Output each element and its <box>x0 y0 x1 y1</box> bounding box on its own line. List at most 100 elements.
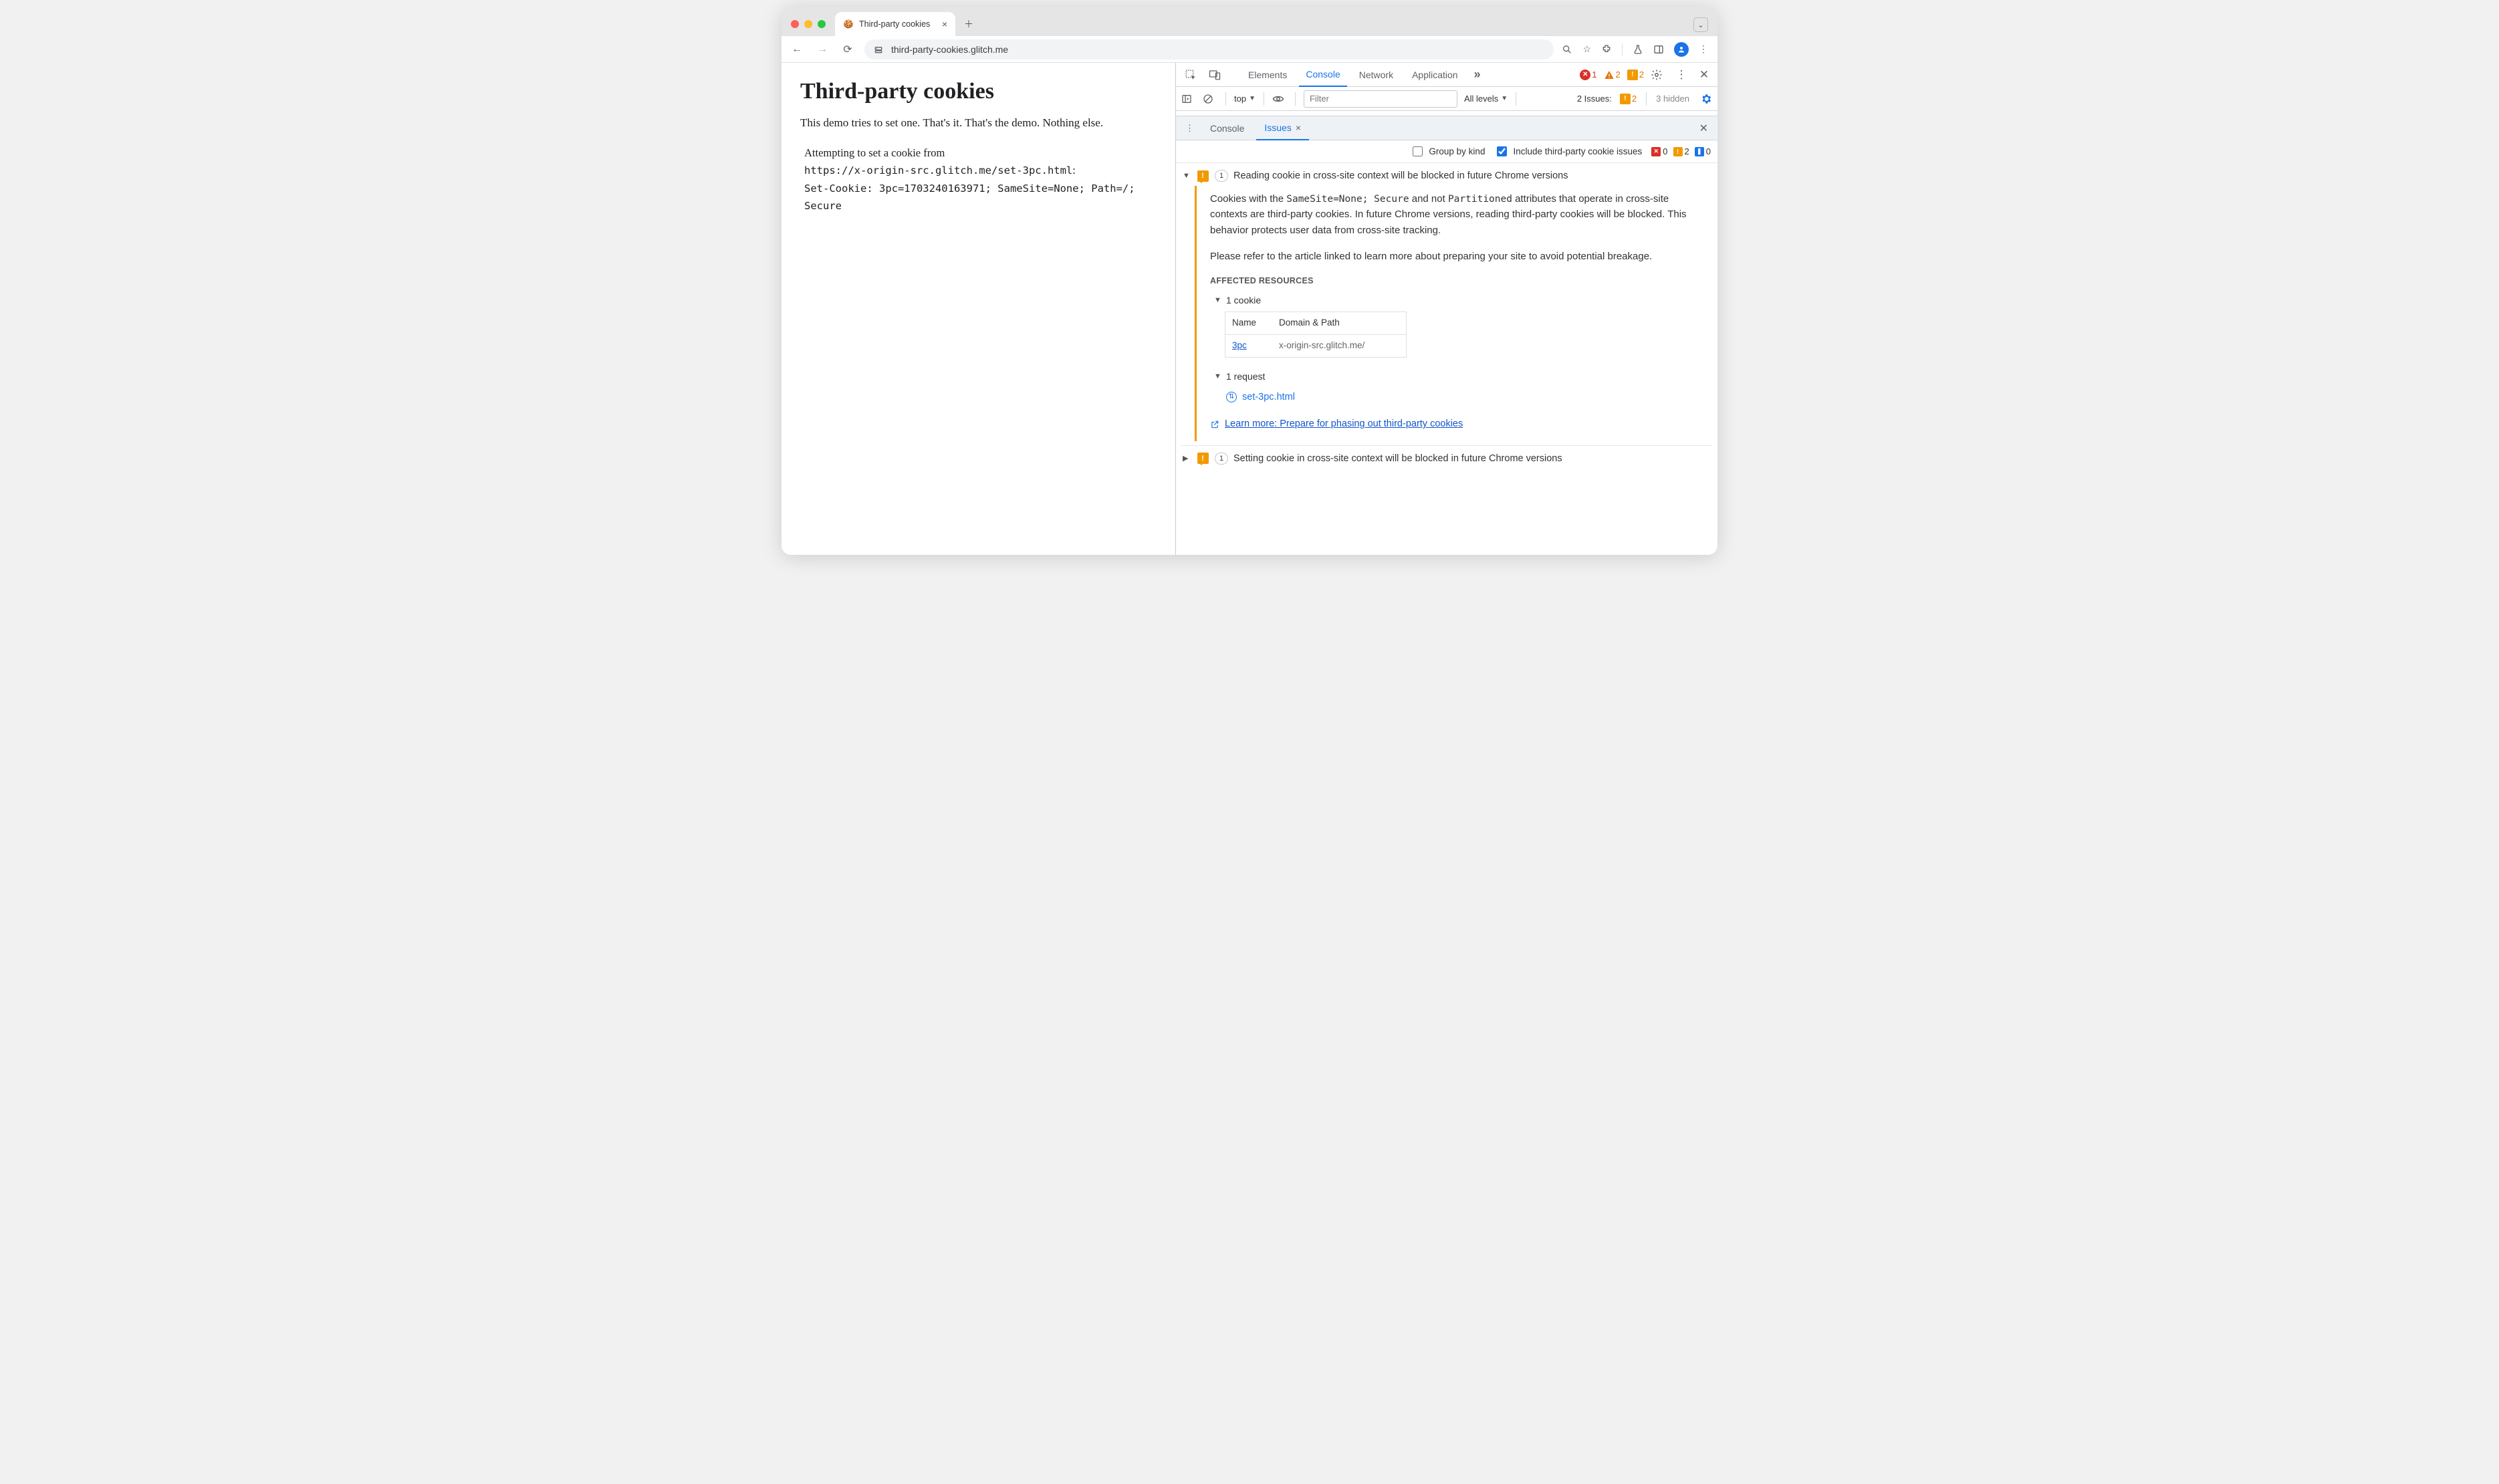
issues-mini-counter[interactable]: !2 <box>1620 94 1637 104</box>
settings-button[interactable] <box>1651 69 1667 81</box>
close-devtools-button[interactable]: ✕ <box>1696 68 1712 82</box>
table-header-domain: Domain & Path <box>1272 312 1406 335</box>
separator <box>1622 43 1623 55</box>
page-error-count[interactable]: ✕0 <box>1651 146 1667 156</box>
issue-title: Reading cookie in cross-site context wil… <box>1233 170 1568 181</box>
tablist-dropdown-button[interactable]: ⌄ <box>1693 17 1708 32</box>
content-split: Third-party cookies This demo tries to s… <box>782 63 1717 555</box>
error-icon: ✕ <box>1651 147 1661 156</box>
breaking-change-icon: ! <box>1197 453 1209 464</box>
log-levels-dropdown[interactable]: All levels ▼ <box>1464 94 1508 104</box>
issues-list: ▼ ! 1 Reading cookie in cross-site conte… <box>1176 163 1717 555</box>
issues-toolbar: Group by kind Include third-party cookie… <box>1176 140 1717 163</box>
issue-detail: Cookies with the SameSite=None; Secure a… <box>1195 186 1712 441</box>
issue-counter[interactable]: !2 <box>1627 70 1644 80</box>
error-counter[interactable]: ✕1 <box>1580 70 1596 80</box>
tab-close-button[interactable]: × <box>942 19 947 29</box>
page-intro: This demo tries to set one. That's it. T… <box>800 116 1157 130</box>
improvement-count[interactable]: ❚0 <box>1695 146 1711 156</box>
device-toolbar-icon[interactable] <box>1205 63 1224 86</box>
issue-count-badge: 1 <box>1215 453 1228 465</box>
extensions-icon[interactable] <box>1601 44 1612 55</box>
minimize-window-button[interactable] <box>804 20 812 28</box>
close-drawer-button[interactable]: ✕ <box>1695 116 1712 140</box>
disclosure-triangle-icon[interactable]: ▼ <box>1214 371 1222 382</box>
drawer-tab-strip: ⋮ Console Issues × ✕ <box>1176 116 1717 140</box>
window-controls <box>787 20 831 36</box>
drawer-tab-issues[interactable]: Issues × <box>1256 116 1309 140</box>
affected-requests-tree[interactable]: ▼ 1 request <box>1214 370 1704 384</box>
cookie-log: Attempting to set a cookie from https://… <box>800 144 1157 215</box>
breaking-change-count[interactable]: !2 <box>1673 146 1689 156</box>
drawer-tab-close-button[interactable]: × <box>1296 122 1301 133</box>
titlebar: 🍪 Third-party cookies × ＋ ⌄ <box>782 7 1717 36</box>
hidden-messages[interactable]: 3 hidden <box>1656 94 1689 104</box>
console-settings-row <box>1176 111 1717 116</box>
disclosure-triangle-icon[interactable]: ▼ <box>1183 172 1191 180</box>
tab-application[interactable]: Application <box>1405 63 1465 86</box>
tab-network[interactable]: Network <box>1352 63 1400 86</box>
affected-request-row[interactable]: ⇅ set-3pc.html <box>1226 390 1704 404</box>
issue-item[interactable]: ▼ ! 1 Reading cookie in cross-site conte… <box>1181 167 1712 184</box>
cookie-name-link[interactable]: 3pc <box>1232 340 1247 350</box>
zoom-icon[interactable] <box>1562 44 1572 55</box>
issue-kind-counters: ✕0 !2 ❚0 <box>1651 146 1711 156</box>
clear-console-icon[interactable] <box>1203 94 1217 104</box>
issue-icon: ! <box>1627 70 1638 80</box>
tabs-overflow-button[interactable]: » <box>1470 63 1485 86</box>
site-info-icon[interactable] <box>872 43 884 55</box>
cookie-domain: x-origin-src.glitch.me/ <box>1272 335 1406 357</box>
profile-avatar[interactable] <box>1674 42 1689 57</box>
toolbar-right: ☆ ⋮ <box>1562 42 1711 57</box>
chrome-menu-button[interactable]: ⋮ <box>1699 43 1708 55</box>
live-expression-icon[interactable] <box>1272 93 1287 105</box>
issue-item[interactable]: ▶ ! 1 Setting cookie in cross-site conte… <box>1181 445 1712 467</box>
request-icon: ⇅ <box>1226 392 1237 402</box>
disclosure-triangle-icon[interactable]: ▼ <box>1214 295 1222 306</box>
favicon-icon: 🍪 <box>843 19 854 29</box>
console-settings-button[interactable] <box>1700 93 1712 105</box>
request-name: set-3pc.html <box>1242 390 1295 404</box>
close-window-button[interactable] <box>791 20 799 28</box>
reload-button[interactable]: ⟳ <box>839 43 856 56</box>
drawer-menu-button[interactable]: ⋮ <box>1181 116 1198 140</box>
warning-counter[interactable]: 2 <box>1604 70 1621 80</box>
inspect-element-icon[interactable] <box>1181 63 1200 86</box>
set-cookie-value: Set-Cookie: 3pc=1703240163971; SameSite=… <box>804 182 1135 212</box>
disclosure-triangle-icon[interactable]: ▶ <box>1183 454 1191 463</box>
page-heading: Third-party cookies <box>800 79 1157 104</box>
filter-input[interactable]: Filter <box>1304 90 1457 108</box>
bookmark-icon[interactable]: ☆ <box>1582 43 1591 55</box>
toggle-sidebar-icon[interactable] <box>1181 94 1196 104</box>
devtools-tab-strip: Elements Console Network Application » ✕… <box>1176 63 1717 87</box>
maximize-window-button[interactable] <box>818 20 826 28</box>
issues-label[interactable]: 2 Issues: <box>1577 94 1612 104</box>
warning-icon: ! <box>1673 147 1683 156</box>
attempt-prefix: Attempting to set a cookie from <box>804 146 945 159</box>
issue-icon: ! <box>1620 94 1631 104</box>
context-selector[interactable]: top ▼ <box>1234 94 1256 104</box>
external-link-icon <box>1210 420 1219 429</box>
new-tab-button[interactable]: ＋ <box>959 15 978 33</box>
table-row: 3pc x-origin-src.glitch.me/ <box>1225 335 1406 357</box>
group-by-kind-checkbox[interactable]: Group by kind <box>1410 144 1485 158</box>
breaking-change-icon: ! <box>1197 170 1209 182</box>
more-options-button[interactable]: ⋮ <box>1673 68 1689 82</box>
forward-button[interactable]: → <box>814 43 831 55</box>
labs-icon[interactable] <box>1633 44 1643 55</box>
include-3p-cookies-checkbox[interactable]: Include third-party cookie issues <box>1494 144 1642 158</box>
affected-cookies-tree[interactable]: ▼ 1 cookie <box>1214 293 1704 308</box>
browser-tab[interactable]: 🍪 Third-party cookies × <box>835 12 955 36</box>
tab-console[interactable]: Console <box>1299 63 1346 87</box>
affected-cookies-table: Name Domain & Path 3pc x-origin-src.glit… <box>1225 312 1407 358</box>
back-button[interactable]: ← <box>788 43 806 55</box>
learn-more-link[interactable]: Learn more: Prepare for phasing out thir… <box>1210 416 1704 431</box>
issue-title: Setting cookie in cross-site context wil… <box>1233 453 1562 464</box>
issue-count-badge: 1 <box>1215 170 1228 182</box>
address-bar: ← → ⟳ third-party-cookies.glitch.me ☆ <box>782 36 1717 63</box>
tab-title: Third-party cookies <box>859 19 937 29</box>
side-panel-icon[interactable] <box>1653 44 1664 55</box>
drawer-tab-console[interactable]: Console <box>1202 116 1252 140</box>
tab-elements[interactable]: Elements <box>1241 63 1294 86</box>
url-input[interactable]: third-party-cookies.glitch.me <box>864 39 1554 59</box>
